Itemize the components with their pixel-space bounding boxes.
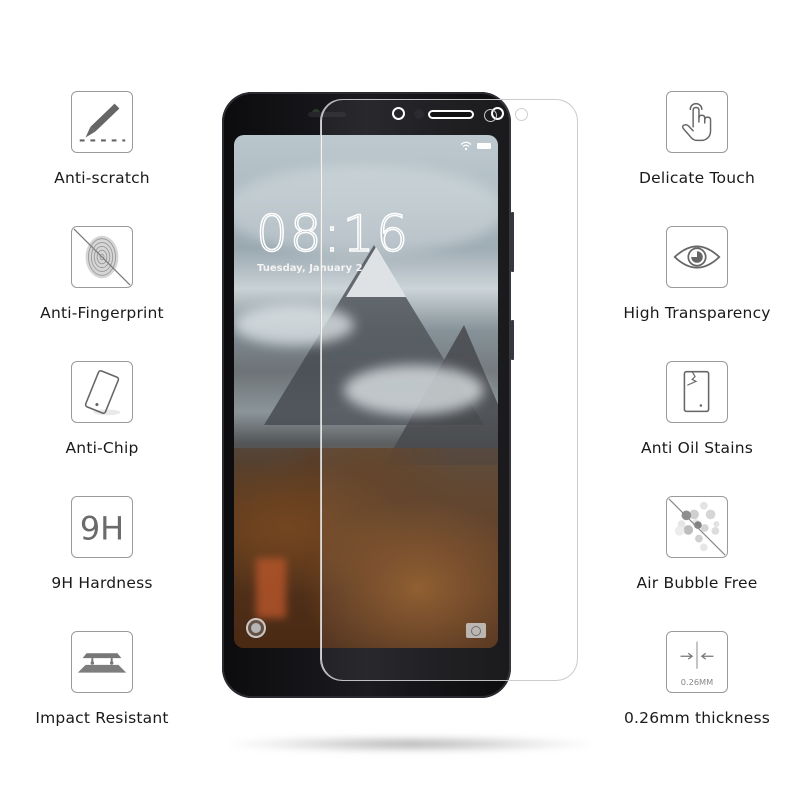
feature-label: Anti-Chip [65, 439, 139, 457]
feature-label: 9H Hardness [51, 574, 153, 592]
feature-anti-fingerprint: Anti-Fingerprint [17, 226, 187, 322]
feature-anti-oil-stains: Anti Oil Stains [612, 361, 782, 457]
thickness-icon: 0.26MM [666, 631, 728, 693]
feature-high-transparency: High Transparency [612, 226, 782, 322]
cracked-phone-icon [666, 361, 728, 423]
9h-icon: 9H [71, 496, 133, 558]
feature-9h-hardness: 9H 9H Hardness [17, 496, 187, 592]
bubbles-icon [666, 496, 728, 558]
feature-label: Anti-scratch [54, 169, 150, 187]
protector-cutout [484, 109, 497, 122]
feature-thickness: 0.26MM 0.26mm thickness [612, 631, 782, 727]
feature-label: 0.26mm thickness [623, 709, 771, 727]
wallpaper-path [256, 558, 286, 618]
thickness-icon-text: 0.26MM [681, 677, 713, 687]
layers-icon [71, 631, 133, 693]
tilted-phone-icon [71, 361, 133, 423]
screen-protector [320, 99, 578, 681]
feature-label: Air Bubble Free [636, 574, 758, 592]
feature-impact-resistant: Impact Resistant [17, 631, 187, 727]
fingerprint-icon [71, 226, 133, 288]
eye-icon [666, 226, 728, 288]
protector-cutout [515, 108, 528, 121]
feature-label: High Transparency [623, 304, 771, 322]
floor-shadow [230, 735, 590, 753]
9h-icon-text: 9H [80, 510, 124, 548]
feature-air-bubble-free: Air Bubble Free [612, 496, 782, 592]
feature-label: Anti Oil Stains [640, 439, 754, 457]
feature-anti-chip: Anti-Chip [17, 361, 187, 457]
feature-anti-scratch: Anti-scratch [17, 91, 187, 187]
touch-hand-icon [666, 91, 728, 153]
scalpel-icon [71, 91, 133, 153]
feature-delicate-touch: Delicate Touch [612, 91, 782, 187]
feature-label: Impact Resistant [35, 709, 169, 727]
feature-label: Anti-Fingerprint [40, 304, 164, 322]
feature-label: Delicate Touch [639, 169, 755, 187]
unlock-icon[interactable] [246, 618, 266, 638]
